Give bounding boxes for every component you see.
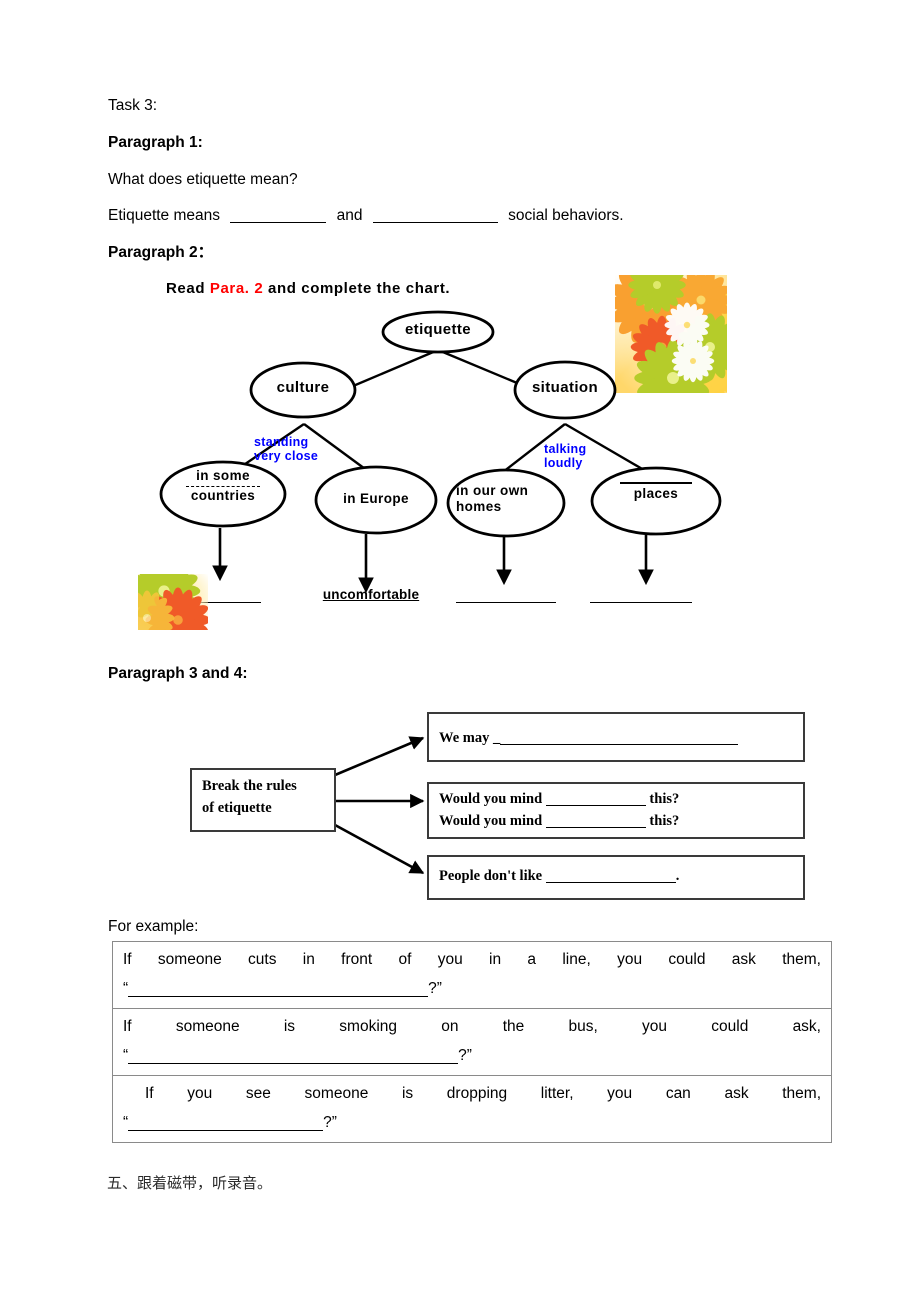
example-sentence-1: If someone cuts in front of you in a lin…	[123, 951, 821, 968]
example-blank-3[interactable]	[128, 1129, 324, 1131]
leaf4-blank[interactable]	[620, 482, 692, 484]
sentence-mid: and	[336, 207, 363, 224]
flower-clipart-small-svg	[138, 574, 208, 630]
blank-1[interactable]	[230, 222, 327, 223]
box3-blank[interactable]	[545, 882, 676, 883]
blank-2[interactable]	[372, 222, 498, 223]
source-box: Break the rules of etiquette	[190, 768, 336, 832]
node-situation-label: situation	[531, 379, 599, 396]
example-sentence-2: If someone is smoking on the bus, you co…	[123, 1017, 821, 1035]
sentence-end: social behaviors.	[508, 207, 624, 224]
example-answer-line-3: “ ?”	[123, 1114, 821, 1132]
result-label-2: uncomfortable	[322, 587, 420, 602]
leaf3-line1: in our own	[456, 483, 529, 498]
example-cell-2: If someone is smoking on the bus, you co…	[112, 1007, 832, 1076]
example-blank-2[interactable]	[128, 1062, 459, 1064]
box2-line1: Would you mind this?	[439, 788, 793, 810]
box2-line2-pre: Would you mind	[439, 813, 543, 830]
concept-map-diagram: Read Para. 2 and complete the chart. eti…	[108, 272, 808, 652]
result-box-people-dont-like: People don't like .	[427, 855, 805, 900]
table-row: If someone cuts in front of you in a lin…	[112, 941, 832, 1009]
box2-line1-post: this?	[649, 791, 680, 807]
quote-close-3: ?”	[323, 1113, 337, 1131]
table-row: If you see someone is dropping litter, y…	[112, 1074, 832, 1143]
box1-blank[interactable]	[500, 744, 739, 745]
box2-blank-1[interactable]	[545, 805, 646, 806]
quote-open-2: “	[123, 1046, 129, 1064]
leaf1-line3: countries	[190, 487, 256, 503]
result-box-would-you-mind: Would you mind this? Would you mind this…	[427, 782, 805, 839]
leaf1-line1: in some	[196, 468, 250, 483]
box2-line1-pre: Would you mind	[439, 791, 543, 807]
result-box-we-may: We may _	[427, 712, 805, 762]
quote-close-1: ?”	[428, 979, 442, 997]
arrow-to-box3	[334, 823, 425, 875]
box2-blank-2[interactable]	[545, 827, 646, 829]
box1-text: We may _	[439, 730, 501, 746]
box2-line2: Would you mind this?	[439, 810, 793, 832]
leaf3-line2: homes	[456, 499, 502, 515]
result-blank-3[interactable]	[456, 602, 556, 603]
box2-line2-post: this?	[649, 813, 680, 830]
worksheet-page: Task 3: Paragraph 1: What does etiquette…	[0, 0, 920, 1302]
node-leaf4-label: places	[600, 482, 712, 502]
table-row: If someone is smoking on the bus, you co…	[112, 1007, 832, 1076]
paragraph2-heading: Paragraph 2：	[108, 244, 214, 261]
example-table: If someone cuts in front of you in a lin…	[112, 941, 832, 1143]
node-leaf1-label: in some countries	[166, 468, 280, 503]
edge-label-culture-line1: standing	[254, 435, 309, 449]
quote-open-3: “	[123, 1113, 129, 1131]
example-blank-1[interactable]	[128, 995, 429, 997]
leaf4-line2: places	[633, 486, 679, 501]
arrow-to-box1	[334, 736, 425, 777]
paragraph1-fill-sentence: Etiquette means and social behaviors.	[108, 206, 624, 225]
paragraph1-question: What does etiquette mean?	[108, 171, 298, 188]
quote-close-2: ?”	[458, 1046, 472, 1064]
result-blank-4[interactable]	[590, 602, 692, 603]
example-answer-line-1: “ ?”	[123, 980, 821, 998]
paragraph34-flowchart: Break the rules of etiquette We may _ Wo…	[190, 705, 815, 910]
sentence-start: Etiquette means	[108, 207, 221, 224]
edge-label-situation-line1: talking	[544, 442, 587, 456]
node-leaf2-label: in Europe	[343, 491, 409, 506]
example-cell-1: If someone cuts in front of you in a lin…	[112, 941, 832, 1009]
edge-label-culture: standing very close	[254, 435, 318, 464]
flower-decoration-bottom-left	[138, 574, 208, 630]
node-leaf3-label: in our own homes	[456, 483, 560, 515]
source-box-line1: Break the rules	[202, 778, 297, 794]
example-cell-3: If you see someone is dropping litter, y…	[112, 1074, 832, 1143]
paragraph1-heading: Paragraph 1:	[108, 134, 203, 151]
footer-chinese-text: 五、跟着磁带，听录音。	[107, 1174, 273, 1192]
quote-open-1: “	[123, 979, 129, 997]
edge-label-situation-line2: loudly	[544, 456, 583, 471]
box3-post: .	[675, 868, 680, 884]
task-label: Task 3:	[108, 97, 158, 114]
box3-pre: People don't like	[439, 868, 543, 884]
example-sentence-3: If you see someone is dropping litter, y…	[145, 1084, 821, 1102]
example-answer-line-2: “ ?”	[123, 1047, 821, 1065]
leaf1-blank[interactable]	[186, 485, 260, 487]
node-culture-label: culture	[276, 379, 330, 396]
for-example-label: For example:	[108, 918, 199, 935]
paragraph34-heading: Paragraph 3 and 4:	[108, 665, 248, 682]
source-box-line2: of etiquette	[202, 799, 272, 816]
node-etiquette-label: etiquette	[404, 321, 472, 338]
edge-label-situation: talking loudly	[544, 442, 586, 471]
edge-label-culture-line2: very close	[254, 449, 319, 464]
